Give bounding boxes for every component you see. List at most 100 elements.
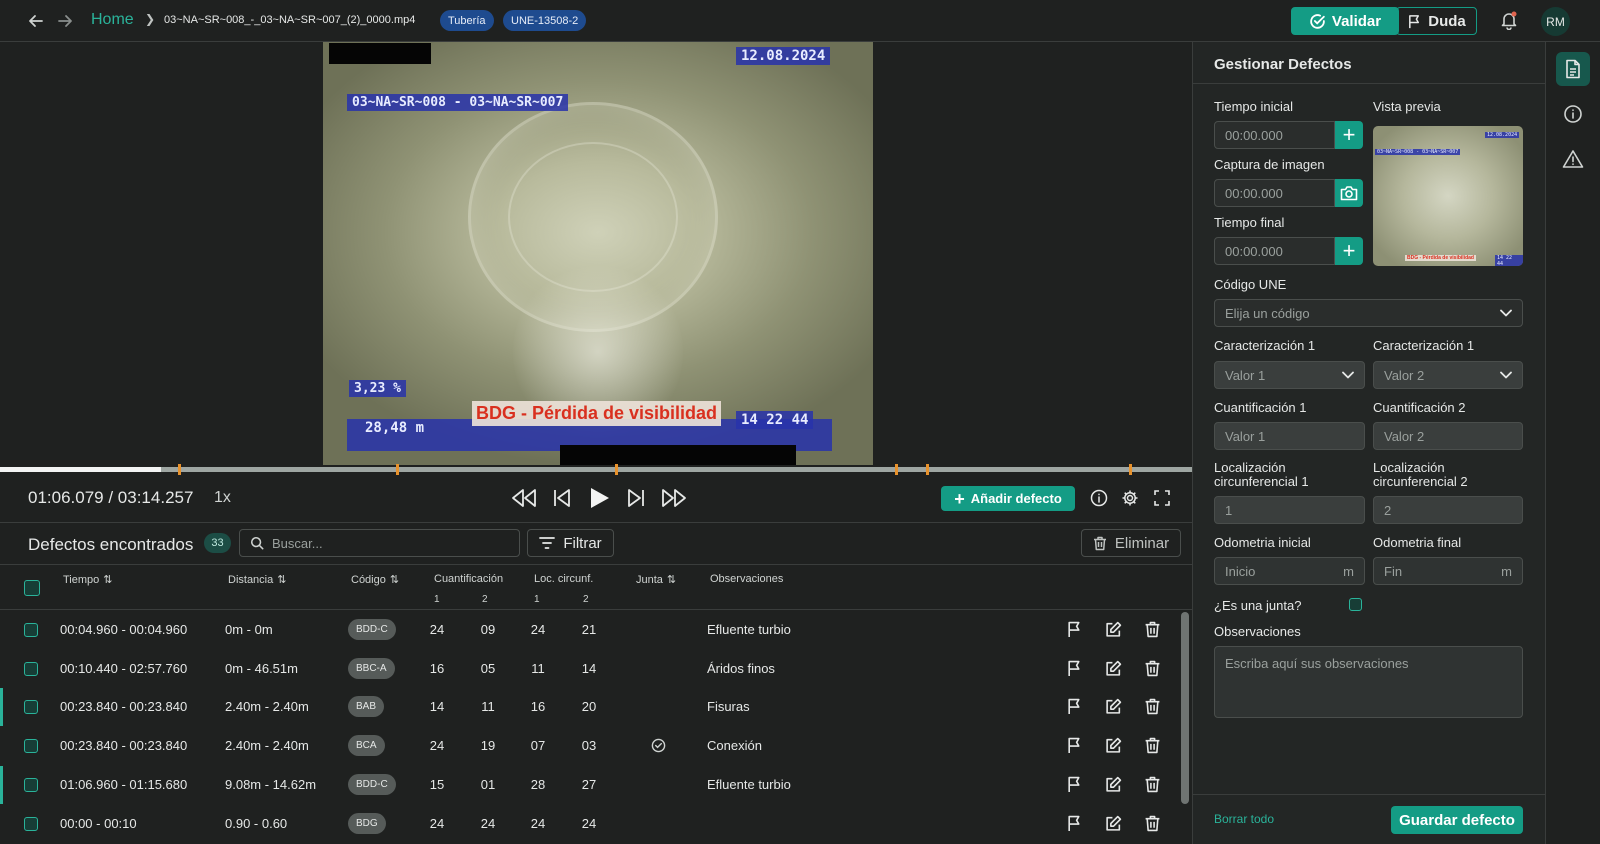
carac1-select[interactable]: Valor 1	[1214, 361, 1365, 389]
document-icon[interactable]	[1556, 52, 1590, 86]
forward-arrow-icon[interactable]	[55, 11, 75, 31]
odo-fin-input[interactable]: Fin m	[1373, 557, 1523, 585]
add-defect-button[interactable]: + Añadir defecto	[941, 486, 1075, 511]
tiempo-inicial-input[interactable]: 00:00.000	[1214, 121, 1335, 149]
col-loc-1: 1	[534, 594, 540, 605]
row-checkbox[interactable]	[24, 700, 38, 715]
video-player[interactable]: 12.08.2024 03~NA~SR~008 - 03~NA~SR~007 3…	[0, 42, 1192, 465]
table-scrollbar[interactable]	[1181, 612, 1189, 804]
edit-icon[interactable]	[1105, 621, 1122, 641]
table-row[interactable]: 00:10.440 - 02:57.760 0m - 46.51m BBC-A 16 0…	[0, 650, 1180, 688]
col-loc-2: 2	[583, 594, 589, 605]
loc1-input[interactable]: 1	[1214, 496, 1365, 524]
table-row[interactable]: 01:06.960 - 01:15.680 9.08m - 14.62m BDD-C…	[0, 765, 1180, 804]
row-checkbox[interactable]	[24, 739, 38, 754]
row-time: 00:23.840 - 00:23.840	[60, 738, 188, 754]
trash-icon[interactable]	[1144, 698, 1161, 718]
flag-icon[interactable]	[1066, 660, 1083, 680]
flag-icon	[1409, 14, 1420, 28]
defect-marker[interactable]	[895, 464, 899, 475]
redacted-box	[329, 43, 431, 64]
tiempo-inicial-add-button[interactable]: +	[1335, 121, 1363, 149]
row-checkbox[interactable]	[24, 623, 38, 637]
back-arrow-icon[interactable]	[26, 11, 46, 31]
duda-label: Duda	[1428, 12, 1466, 30]
table-row[interactable]: 00:23.840 - 00:23.840 2.40m - 2.40m BAB 14 1…	[0, 688, 1180, 727]
carac2-select[interactable]: Valor 2	[1373, 361, 1523, 389]
flag-icon[interactable]	[1066, 621, 1083, 641]
save-defect-button[interactable]: Guardar defecto	[1391, 806, 1523, 834]
col-junta[interactable]: Junta ⇅	[636, 573, 676, 587]
trash-icon[interactable]	[1144, 776, 1161, 796]
progress-bar[interactable]	[0, 464, 1192, 475]
capture-button[interactable]	[1335, 179, 1363, 207]
row-quant-1: 24	[429, 622, 445, 637]
edit-icon[interactable]	[1105, 737, 1122, 757]
osd-percent: 3,23 %	[349, 380, 406, 397]
cuant1-input[interactable]: Valor 1	[1214, 422, 1365, 450]
cuant2-input[interactable]: Valor 2	[1373, 422, 1523, 450]
fast-forward-icon[interactable]	[660, 486, 688, 513]
step-back-icon[interactable]	[551, 486, 573, 513]
trash-icon[interactable]	[1144, 660, 1161, 680]
defect-marker[interactable]	[926, 464, 930, 475]
playback-speed[interactable]: 1x	[214, 489, 231, 507]
edit-icon[interactable]	[1105, 776, 1122, 796]
play-icon[interactable]	[588, 486, 610, 513]
table-row[interactable]: 00:00 - 00:10 0.90 - 0.60 BDG 24 24 24 24	[0, 805, 1180, 843]
home-link[interactable]: Home	[91, 11, 134, 29]
fullscreen-icon[interactable]	[1153, 489, 1171, 510]
row-checkbox[interactable]	[24, 816, 38, 831]
table-row[interactable]: 00:04.960 - 00:04.960 0m - 0m BDD-C 24 09 24 2…	[0, 611, 1180, 649]
defects-title: Defectos encontrados	[28, 535, 194, 554]
loc2-input[interactable]: 2	[1373, 496, 1523, 524]
edit-icon[interactable]	[1105, 698, 1122, 718]
filter-button[interactable]: Filtrar	[527, 529, 614, 557]
trash-icon[interactable]	[1144, 815, 1161, 835]
delete-label: Eliminar	[1114, 534, 1170, 552]
tiempo-final-input[interactable]: 00:00.000	[1214, 237, 1335, 265]
clear-all-link[interactable]: Borrar todo	[1214, 812, 1274, 826]
step-forward-icon[interactable]	[625, 486, 647, 513]
defect-marker[interactable]	[395, 464, 399, 475]
observaciones-textarea[interactable]: Escriba aquí sus observaciones	[1214, 646, 1523, 718]
defect-marker[interactable]	[615, 464, 619, 475]
gear-icon[interactable]	[1121, 489, 1139, 510]
defect-marker[interactable]	[177, 464, 181, 475]
row-checkbox[interactable]	[24, 661, 38, 676]
defect-marker[interactable]	[1129, 464, 1133, 475]
select-all-checkbox[interactable]	[24, 580, 40, 596]
bell-icon[interactable]	[1499, 10, 1519, 33]
odo-ini-input[interactable]: Inicio m	[1214, 557, 1365, 585]
search-input[interactable]: Buscar...	[239, 529, 520, 557]
loc2-label-line1: Localización	[1373, 460, 1445, 475]
col-distance[interactable]: Distancia ⇅	[228, 573, 286, 587]
defects-count-badge: 33	[204, 533, 231, 553]
warning-icon[interactable]	[1556, 142, 1590, 176]
edit-icon[interactable]	[1105, 815, 1122, 835]
edit-icon[interactable]	[1105, 660, 1122, 680]
table-row[interactable]: 00:23.840 - 00:23.840 2.40m - 2.40m BCA 24 1…	[0, 727, 1180, 765]
trash-icon[interactable]	[1144, 737, 1161, 757]
row-checkbox[interactable]	[24, 777, 38, 792]
flag-icon[interactable]	[1066, 815, 1083, 835]
col-code[interactable]: Código ⇅	[351, 573, 399, 587]
captura-input[interactable]: 00:00.000	[1214, 179, 1335, 207]
validar-button[interactable]: Validar	[1291, 7, 1399, 35]
trash-icon[interactable]	[1144, 621, 1161, 641]
info-icon[interactable]	[1090, 489, 1108, 510]
avatar[interactable]: RM	[1541, 7, 1570, 36]
flag-icon[interactable]	[1066, 737, 1083, 757]
duda-button[interactable]: Duda	[1396, 7, 1477, 35]
info-icon[interactable]	[1556, 97, 1590, 131]
row-loc-1: 24	[530, 622, 546, 637]
delete-button[interactable]: Eliminar	[1081, 529, 1181, 557]
loc1-label-line1: Localización	[1214, 460, 1286, 475]
junta-checkbox[interactable]	[1349, 598, 1362, 611]
rewind-icon[interactable]	[510, 486, 538, 513]
col-time[interactable]: Tiempo ⇅	[63, 573, 113, 587]
flag-icon[interactable]	[1066, 776, 1083, 796]
tiempo-final-add-button[interactable]: +	[1335, 237, 1363, 265]
codigo-une-select[interactable]: Elija un código	[1214, 299, 1523, 327]
flag-icon[interactable]	[1066, 698, 1083, 718]
